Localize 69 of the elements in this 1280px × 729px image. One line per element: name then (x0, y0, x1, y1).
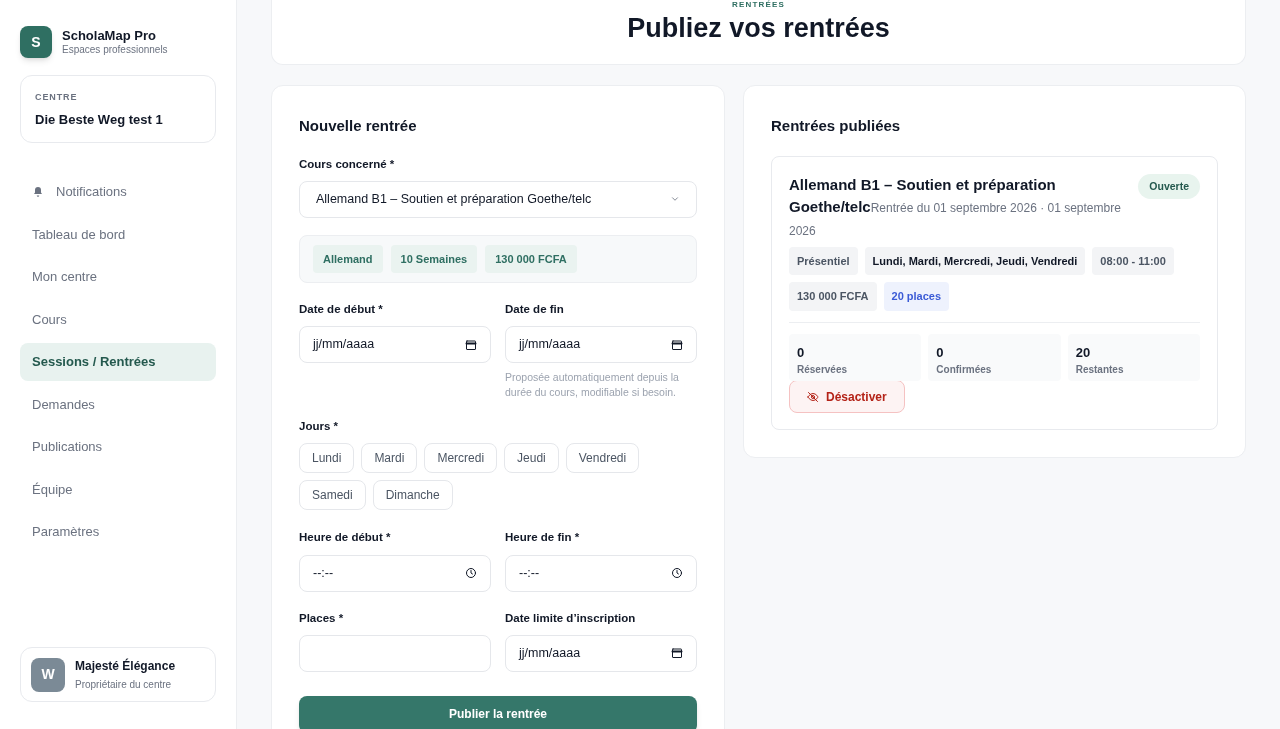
nav-item[interactable]: Tableau de bord (20, 215, 216, 254)
bell-icon (32, 186, 44, 198)
day-button[interactable]: Samedi (299, 480, 366, 511)
course-select[interactable]: Allemand B1 – Soutien et préparation Goethe/telc (299, 180, 697, 218)
brand-logo: S (20, 26, 52, 58)
nav-item[interactable]: Paramètres (20, 513, 216, 551)
day-button[interactable]: Mercredi (424, 443, 498, 474)
day-button[interactable]: Mardi (361, 443, 418, 474)
brand-name: ScholaMap Pro (62, 28, 157, 44)
publish-button[interactable]: Publier la rentrée (299, 695, 697, 729)
day-button[interactable]: Lundi (299, 443, 355, 474)
stat-label: Réservées (797, 363, 849, 377)
nav-item[interactable]: Cours (20, 300, 216, 339)
session-tag: Lundi, Mardi, Mercredi, Jeudi, Vendredi (864, 246, 1086, 275)
date-field[interactable]: jj/mm/aaaa (505, 326, 697, 363)
time-field[interactable]: --:-- (505, 554, 697, 592)
stat-value: 0 (936, 343, 945, 362)
calendar-icon (671, 647, 683, 660)
user-role: Propriétaire du centre (75, 678, 173, 692)
eye-off-icon (807, 390, 819, 403)
stat-value: 20 (1075, 343, 1092, 362)
centre-label: CENTRE (35, 91, 79, 104)
centre-name: Die Beste Weg test 1 (35, 110, 164, 129)
clock-icon (465, 567, 477, 579)
nav-item[interactable]: Mon centre (20, 258, 216, 296)
status-badge: Ouverte (1138, 173, 1200, 200)
day-button[interactable]: Vendredi (565, 443, 640, 474)
stat-label: Restantes (1075, 363, 1125, 377)
deactivate-button[interactable]: Désactiver (789, 380, 905, 413)
calendar-icon (465, 338, 477, 351)
field-label: Cours concerné * (299, 156, 396, 172)
section-title: Rentrées publiées (771, 116, 902, 136)
places-field[interactable] (299, 634, 491, 672)
user-name: Majesté Élégance (75, 657, 176, 675)
session-tag: Présentiel (789, 246, 858, 275)
field-label: Heure de début * (299, 530, 392, 546)
stat-value: 0 (797, 343, 806, 362)
nav-item[interactable]: Notifications (20, 173, 216, 211)
brand-subtitle: Espaces professionnels (62, 44, 168, 56)
field-label: Date de fin (505, 301, 565, 317)
field-hint: Proposée automatiquement depuis la durée du cours, modifiable si besoin. (505, 370, 680, 400)
stat-label: Confirmées (936, 363, 993, 377)
day-button[interactable]: Dimanche (372, 480, 453, 511)
calendar-icon (671, 338, 683, 351)
day-button[interactable]: Jeudi (504, 443, 559, 474)
clock-icon (671, 567, 683, 579)
page-title: Publiez vos rentrées (627, 12, 890, 44)
nav-item[interactable]: Équipe (20, 470, 216, 509)
field-label: Places * (299, 610, 345, 626)
time-field[interactable]: --:-- (299, 554, 491, 592)
nav-item[interactable]: Publications (20, 428, 216, 466)
date-field[interactable]: jj/mm/aaaa (505, 634, 697, 672)
field-label: Date de début * (299, 301, 384, 317)
user-avatar: W (31, 657, 65, 692)
field-label: Heure de fin * (505, 530, 581, 546)
session-tag: 08:00 - 11:00 (1092, 246, 1174, 275)
session-heading: Allemand B1 – Soutien et préparation Goethe/telcRentrée du 01 septembre 2026 · 01 septembre 2026 (789, 174, 1122, 240)
date-field[interactable]: jj/mm/aaaa (299, 326, 491, 363)
session-tag: 20 places (883, 282, 950, 311)
form-title: Nouvelle rentrée (299, 116, 418, 136)
course-tag: Allemand (313, 244, 383, 273)
session-tag: 130 000 FCFA (789, 282, 877, 311)
field-label: Date limite d’inscription (505, 610, 637, 626)
course-tag: 130 000 FCFA (485, 244, 577, 273)
header-eyebrow: RENTRÉES (731, 1, 786, 9)
nav-item[interactable]: Demandes (20, 385, 216, 424)
course-tag: 10 Semaines (390, 244, 478, 273)
field-label: Jours * (299, 419, 339, 434)
nav-item[interactable]: Sessions / Rentrées (20, 343, 216, 381)
